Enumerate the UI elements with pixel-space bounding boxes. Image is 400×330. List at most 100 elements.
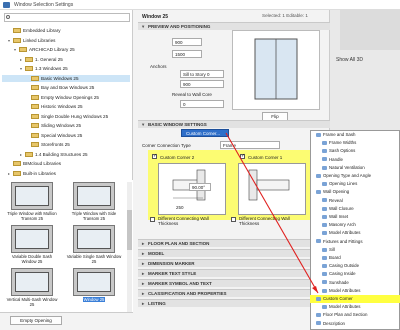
diff-wall-thickness-1-checkbox[interactable] (231, 217, 236, 222)
tree-item[interactable]: Empty Window Openings 25 (2, 94, 130, 101)
folder-icon (31, 104, 39, 110)
anchors-label: Anchors (150, 64, 167, 69)
section-floor-plan[interactable]: FLOOR PLAN AND SECTION (138, 239, 330, 248)
corner-type-label: Corner Connection Type (142, 143, 191, 148)
corner-angle-field[interactable]: 90.00° (189, 183, 211, 191)
page-icon (316, 132, 321, 137)
sill-to-story-select[interactable]: Sill to Story 0 (180, 70, 224, 78)
tree-item-label: Single Double Hung Windows 25 (41, 113, 109, 119)
tree-item[interactable]: Historic Windows 25 (2, 103, 130, 110)
menu-item[interactable]: Model Attributes (310, 287, 400, 295)
section-model[interactable]: MODEL (138, 249, 330, 258)
tree-item-label: Empty Window Openings 25 (41, 94, 99, 100)
menu-item[interactable]: Description (310, 320, 400, 328)
menu-item[interactable]: Frame Widths (310, 139, 400, 147)
menu-item[interactable]: Sash Options (310, 147, 400, 155)
tree-item[interactable]: ▾ Linked Libraries (2, 37, 130, 44)
menu-item[interactable]: Wall Closure (310, 205, 400, 213)
corner-dim-label: 250 (176, 205, 184, 210)
section-marker-text-style[interactable]: MARKER TEXT STYLE (138, 269, 330, 278)
window-thumbnail-image (11, 268, 53, 296)
menu-item-label: Sunshade (329, 279, 349, 285)
menu-item[interactable]: Fixtures and Fittings (310, 238, 400, 246)
page-icon (322, 264, 327, 269)
tree-item[interactable]: Embedded Library (2, 27, 130, 34)
menu-item[interactable]: Model Attributes (310, 229, 400, 237)
tree-item-label: Sliding Windows 25 (41, 123, 82, 128)
tree-item[interactable]: ▸ 1. General 25 (2, 56, 130, 63)
sill-value-field[interactable]: 900 (180, 80, 224, 88)
menu-item[interactable]: Handle (310, 156, 400, 164)
menu-item[interactable]: Frame and Sash (310, 131, 400, 139)
height-field[interactable]: 1500 (172, 50, 202, 58)
page-icon (322, 272, 327, 277)
page-icon (316, 321, 321, 326)
diff-wall-thickness-2-checkbox[interactable] (150, 217, 155, 222)
search-input[interactable] (4, 13, 130, 22)
window-thumbnail[interactable]: Triple Window with Mullion Transom 25 (4, 182, 60, 222)
menu-item-label: Reveal (329, 197, 343, 203)
scrollbar-thumb[interactable] (127, 210, 132, 250)
menu-item[interactable]: Custom Corner (310, 295, 400, 303)
empty-opening-button[interactable]: Empty Opening (10, 316, 62, 325)
window-thumbnail[interactable]: Variable Double Sash Window 25 (4, 225, 60, 265)
page-icon (322, 157, 327, 162)
menu-item[interactable]: Sunshade (310, 279, 400, 287)
menu-item[interactable]: Casing Outside (310, 262, 400, 270)
section-preview-positioning[interactable]: PREVIEW AND POSITIONING (138, 22, 330, 31)
window-preview (232, 30, 320, 110)
section-classification[interactable]: CLASSIFICATION AND PROPERTIES (138, 289, 330, 298)
tree-item[interactable]: ▾ ARCHICAD Library 25 (2, 46, 130, 53)
tree-item[interactable]: Storefronts 25 (2, 141, 130, 148)
section-marker-symbol[interactable]: MARKER SYMBOL AND TEXT (138, 279, 330, 288)
corner-type-select[interactable]: Frame (220, 141, 280, 149)
menu-item[interactable]: Wall Inset (310, 213, 400, 221)
tree-item-label: Storefronts 25 (41, 142, 70, 147)
folder-icon (31, 113, 39, 119)
section-dimension-marker[interactable]: DIMENSION MARKER (138, 259, 330, 268)
window-thumbnail[interactable]: Vertical Multi-Sash Window 25 (4, 268, 60, 308)
tree-item[interactable]: Sliding Windows 25 (2, 122, 130, 129)
window-thumbnail[interactable]: Variable Single Sash Window 25 (66, 225, 122, 265)
tree-item[interactable]: Special Windows 25 (2, 132, 130, 139)
custom-corner-1-preview (238, 163, 306, 215)
menu-item[interactable]: Wall Opening (310, 188, 400, 196)
menu-item[interactable]: Model Attributes (310, 303, 400, 311)
menu-item[interactable]: Masonry Arch (310, 221, 400, 229)
menu-item-label: Natural Ventilation (329, 164, 365, 170)
section-basic-window-settings[interactable]: BASIC WINDOW SETTINGS (138, 120, 330, 129)
folder-icon (25, 151, 33, 157)
tree-item[interactable]: Basic Windows 25 (2, 74, 130, 82)
menu-item[interactable]: Opening Lines (310, 180, 400, 188)
menu-item[interactable]: Sill (310, 246, 400, 254)
tree-item[interactable]: ▸ 1.4 Building Structures 25 (2, 151, 130, 158)
menu-item-label: Wall Opening (323, 189, 350, 195)
page-icon (322, 280, 327, 285)
tree-item[interactable]: Single Double Hung Windows 25 (2, 113, 130, 120)
custom-corner-1-checkbox[interactable] (240, 153, 245, 159)
tree-item[interactable]: Bay and Bow Windows 25 (2, 84, 130, 91)
menu-item[interactable]: Floor Plan and Section (310, 311, 400, 319)
tree-item[interactable]: BIMcloud Libraries (2, 160, 130, 167)
menu-item[interactable]: Board (310, 254, 400, 262)
menu-item[interactable]: Natural Ventilation (310, 164, 400, 172)
menu-item[interactable]: Reveal (310, 197, 400, 205)
menu-item-label: Description (323, 320, 345, 326)
tree-item[interactable]: ▾ 1.3 Windows 25 (2, 65, 130, 72)
menu-item[interactable]: Opening Type and Angle (310, 172, 400, 180)
reveal-value-field[interactable]: 0 (180, 100, 224, 108)
menu-item-label: Fixtures and Fittings (323, 238, 363, 244)
menu-item[interactable]: Casing Inside (310, 270, 400, 278)
window-thumbnail[interactable]: Triple Window with Side Transom 25 (66, 182, 122, 222)
section-listing[interactable]: LISTING (138, 299, 330, 308)
window-thumbnail-image (73, 225, 115, 253)
width-field[interactable]: 900 (172, 38, 202, 46)
page-icon (322, 141, 327, 146)
menu-item-label: Sash Options (329, 148, 356, 154)
folder-icon (25, 66, 33, 72)
tree-item[interactable]: ▸ Built-in Libraries (2, 170, 130, 177)
window-thumbnail-caption-text: Window 25 (82, 297, 106, 302)
page-select-dropdown[interactable]: Custom Corner... (181, 129, 229, 137)
window-thumbnail[interactable]: Window 25 (66, 268, 122, 308)
custom-corner-2-checkbox[interactable] (152, 153, 157, 159)
